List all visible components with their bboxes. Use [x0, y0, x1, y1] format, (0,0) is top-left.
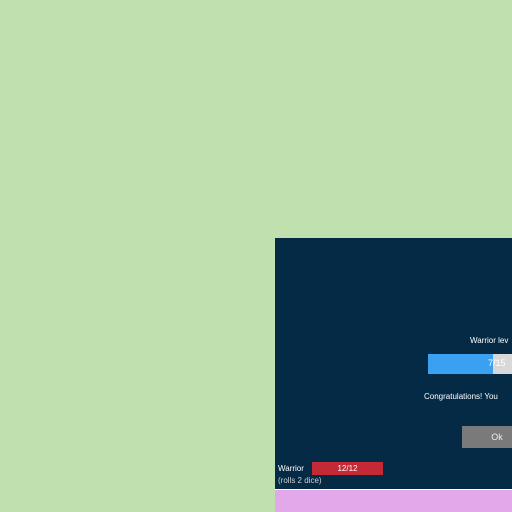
dialog-message: Congratulations! You: [424, 392, 498, 401]
game-canvas: Warrior lev 7/15 Congratulations! You Ok…: [0, 0, 512, 512]
dialog-title: Warrior lev: [470, 336, 509, 345]
level-up-dialog: Warrior lev 7/15 Congratulations! You Ok…: [275, 238, 512, 512]
xp-progress-bar: 7/15: [428, 354, 512, 374]
unit-dice-info: (rolls 2 dice): [278, 476, 322, 485]
health-bar: 12/12: [312, 462, 383, 475]
xp-progress-fill: [428, 354, 493, 374]
xp-progress-text: 7/15: [488, 358, 506, 368]
unit-name: Warrior: [278, 464, 304, 473]
health-bar-text: 12/12: [337, 464, 358, 473]
bottom-panel: [275, 489, 512, 512]
ok-button[interactable]: Ok: [462, 426, 512, 448]
